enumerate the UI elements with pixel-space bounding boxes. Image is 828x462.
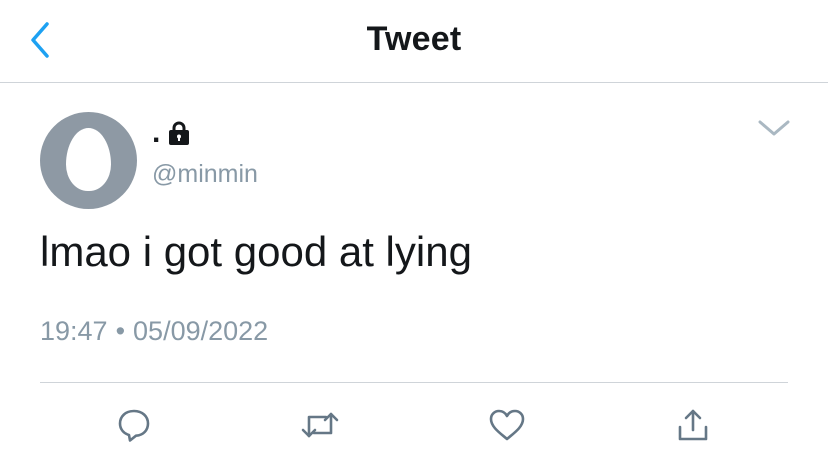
- user-handle[interactable]: @minmin: [152, 160, 258, 189]
- chevron-down-icon: [758, 120, 790, 136]
- share-icon: [678, 409, 708, 441]
- more-options-button[interactable]: [752, 112, 796, 144]
- tweet-time: 19:47: [40, 316, 108, 346]
- page-title: Tweet: [366, 20, 462, 58]
- default-egg-avatar-icon: [66, 128, 111, 191]
- tweet-date: 05/09/2022: [133, 316, 269, 346]
- reply-icon: [118, 409, 150, 442]
- tweet-timestamp: 19:47 • 05/09/2022: [40, 316, 268, 347]
- retweet-icon: [301, 412, 339, 438]
- top-navigation-bar: Tweet: [0, 0, 828, 83]
- display-name-text: .: [152, 116, 161, 149]
- avatar[interactable]: [40, 112, 137, 209]
- share-button[interactable]: [671, 405, 715, 445]
- tweet-text: lmao i got good at lying: [40, 228, 472, 275]
- like-icon: [489, 409, 525, 441]
- retweet-button[interactable]: [298, 405, 342, 445]
- display-name[interactable]: .: [152, 116, 192, 150]
- like-button[interactable]: [485, 405, 529, 445]
- reply-button[interactable]: [112, 405, 156, 445]
- lock-icon: [169, 121, 190, 145]
- timestamp-separator: •: [115, 316, 126, 346]
- divider: [40, 382, 788, 383]
